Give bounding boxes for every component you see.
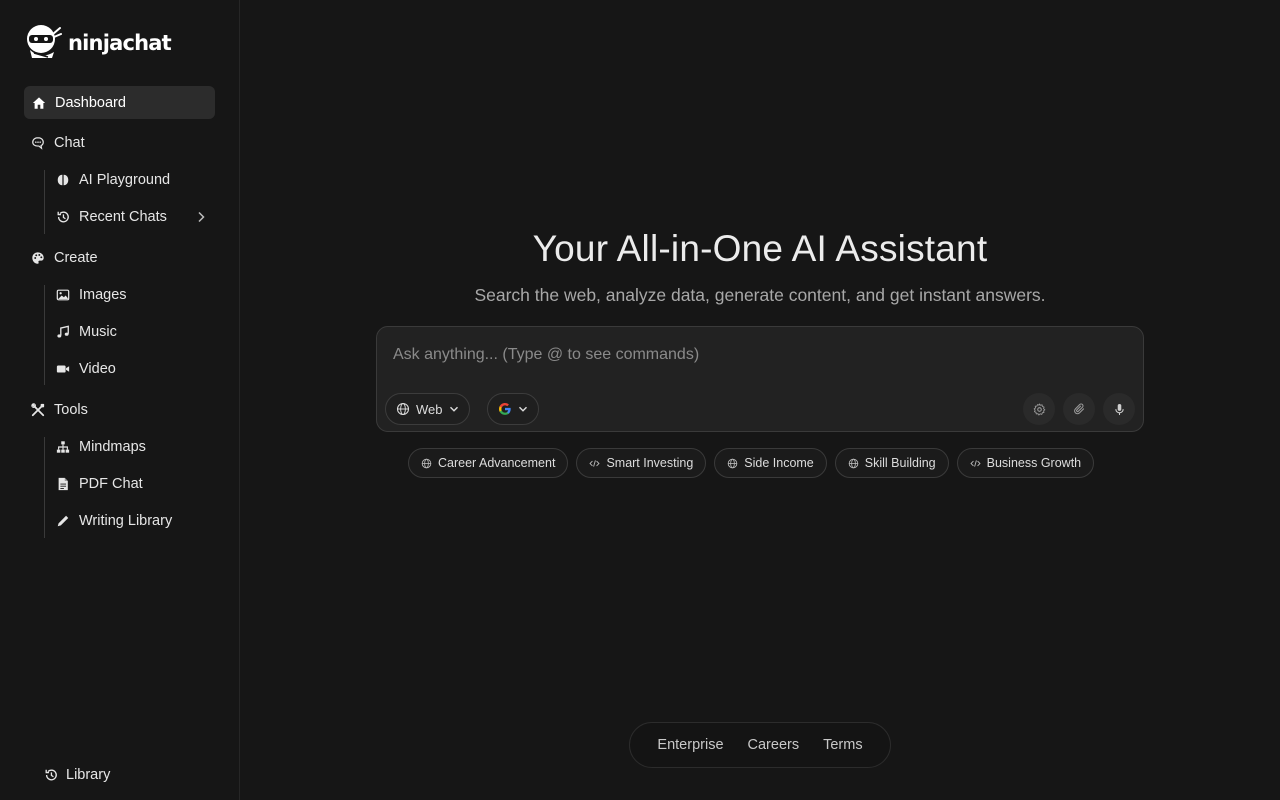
chip-label: Smart Investing bbox=[606, 456, 694, 470]
sidebar: ninjachat Dashboard Chat AI Playground R… bbox=[0, 0, 240, 800]
sidebar-item-label: AI Playground bbox=[79, 172, 171, 188]
sidebar-item-label: Mindmaps bbox=[79, 439, 146, 455]
chip-label: Side Income bbox=[744, 456, 814, 470]
paperclip-icon bbox=[1073, 402, 1084, 414]
sidebar-section-label: Tools bbox=[54, 402, 88, 418]
sidebar-section-label: Chat bbox=[54, 135, 85, 151]
ninja-logo-icon bbox=[24, 22, 62, 65]
chevron-right-icon[interactable] bbox=[196, 211, 206, 223]
sidebar-item-images[interactable]: Images bbox=[56, 287, 127, 303]
sidebar-item-label: Music bbox=[79, 324, 117, 340]
sidebar-item-mindmaps[interactable]: Mindmaps bbox=[56, 439, 146, 455]
prompt-input[interactable] bbox=[393, 344, 1113, 366]
footer-links: Enterprise Careers Terms bbox=[629, 722, 891, 768]
document-icon bbox=[56, 477, 70, 491]
globe-icon bbox=[728, 458, 738, 468]
suggestion-chip-career-advancement[interactable]: Career Advancement bbox=[408, 448, 569, 478]
sidebar-item-library[interactable]: Library bbox=[44, 767, 110, 783]
chip-label: Career Advancement bbox=[438, 456, 556, 470]
footer-link-careers[interactable]: Careers bbox=[748, 737, 800, 753]
source-selector-label: Web bbox=[416, 401, 443, 417]
palette-icon bbox=[31, 251, 45, 265]
music-note-icon bbox=[56, 325, 70, 339]
code-icon bbox=[970, 459, 981, 467]
home-icon bbox=[32, 96, 46, 110]
settings-button[interactable] bbox=[1023, 393, 1055, 425]
globe-icon bbox=[848, 458, 859, 468]
microphone-icon bbox=[1114, 403, 1124, 415]
chat-bubble-icon bbox=[31, 136, 45, 150]
chevron-down-icon bbox=[518, 406, 528, 412]
tools-icon bbox=[31, 403, 45, 417]
sidebar-item-video[interactable]: Video bbox=[56, 361, 116, 377]
history-icon bbox=[45, 769, 57, 781]
sidebar-item-label: PDF Chat bbox=[79, 476, 143, 492]
chevron-down-icon bbox=[449, 406, 458, 412]
sidebar-item-dashboard[interactable]: Dashboard bbox=[24, 86, 215, 119]
sidebar-section-chat[interactable]: Chat bbox=[31, 135, 85, 151]
sidebar-section-tools[interactable]: Tools bbox=[31, 402, 88, 418]
suggestion-chip-business-growth[interactable]: Business Growth bbox=[956, 448, 1095, 478]
sidebar-section-label: Create bbox=[54, 250, 98, 266]
code-icon bbox=[589, 459, 601, 467]
tools-rail bbox=[44, 437, 45, 538]
sidebar-item-label: Dashboard bbox=[55, 94, 126, 111]
chat-composer: Web bbox=[376, 326, 1144, 432]
sidebar-item-label: Video bbox=[79, 361, 116, 377]
suggestion-chip-side-income[interactable]: Side Income bbox=[714, 448, 827, 478]
brand-name: ninjachat bbox=[68, 31, 172, 55]
sitemap-icon bbox=[56, 440, 70, 454]
sidebar-item-music[interactable]: Music bbox=[56, 324, 117, 340]
suggestion-chip-smart-investing[interactable]: Smart Investing bbox=[576, 448, 707, 478]
history-icon bbox=[56, 210, 70, 224]
sidebar-item-label: Recent Chats bbox=[79, 209, 167, 225]
gear-icon bbox=[1033, 403, 1045, 415]
sidebar-item-label: Writing Library bbox=[79, 513, 173, 529]
voice-input-button[interactable] bbox=[1103, 393, 1135, 425]
chip-label: Skill Building bbox=[864, 456, 936, 470]
attach-button[interactable] bbox=[1063, 393, 1095, 425]
chip-label: Business Growth bbox=[986, 456, 1082, 470]
pencil-icon bbox=[56, 514, 70, 528]
brain-icon bbox=[56, 173, 70, 187]
globe-icon bbox=[421, 458, 432, 468]
sidebar-item-pdf-chat[interactable]: PDF Chat bbox=[56, 476, 143, 492]
sidebar-section-create[interactable]: Create bbox=[31, 250, 98, 266]
video-camera-icon bbox=[56, 362, 70, 376]
page-subtitle: Search the web, analyze data, generate c… bbox=[474, 285, 1046, 305]
brand-logo[interactable]: ninjachat bbox=[24, 22, 172, 65]
create-rail bbox=[44, 285, 45, 385]
sidebar-item-writing-library[interactable]: Writing Library bbox=[56, 513, 172, 529]
sidebar-item-label: Library bbox=[66, 767, 111, 783]
image-icon bbox=[56, 288, 70, 302]
sidebar-item-label: Images bbox=[79, 287, 127, 303]
google-icon bbox=[499, 403, 511, 415]
sidebar-item-recent-chats[interactable]: Recent Chats bbox=[56, 209, 167, 225]
source-selector[interactable]: Web bbox=[385, 393, 470, 425]
chat-rail bbox=[44, 170, 45, 234]
suggestion-chip-skill-building[interactable]: Skill Building bbox=[834, 448, 949, 478]
page-title: Your All-in-One AI Assistant bbox=[532, 228, 988, 269]
footer-link-terms[interactable]: Terms bbox=[823, 737, 862, 753]
footer-link-enterprise[interactable]: Enterprise bbox=[657, 737, 723, 753]
sidebar-item-ai-playground[interactable]: AI Playground bbox=[56, 172, 170, 188]
globe-icon bbox=[396, 402, 410, 416]
search-engine-selector[interactable] bbox=[487, 393, 539, 425]
suggestion-chips: Career Advancement Smart Investing Side … bbox=[408, 448, 1095, 478]
